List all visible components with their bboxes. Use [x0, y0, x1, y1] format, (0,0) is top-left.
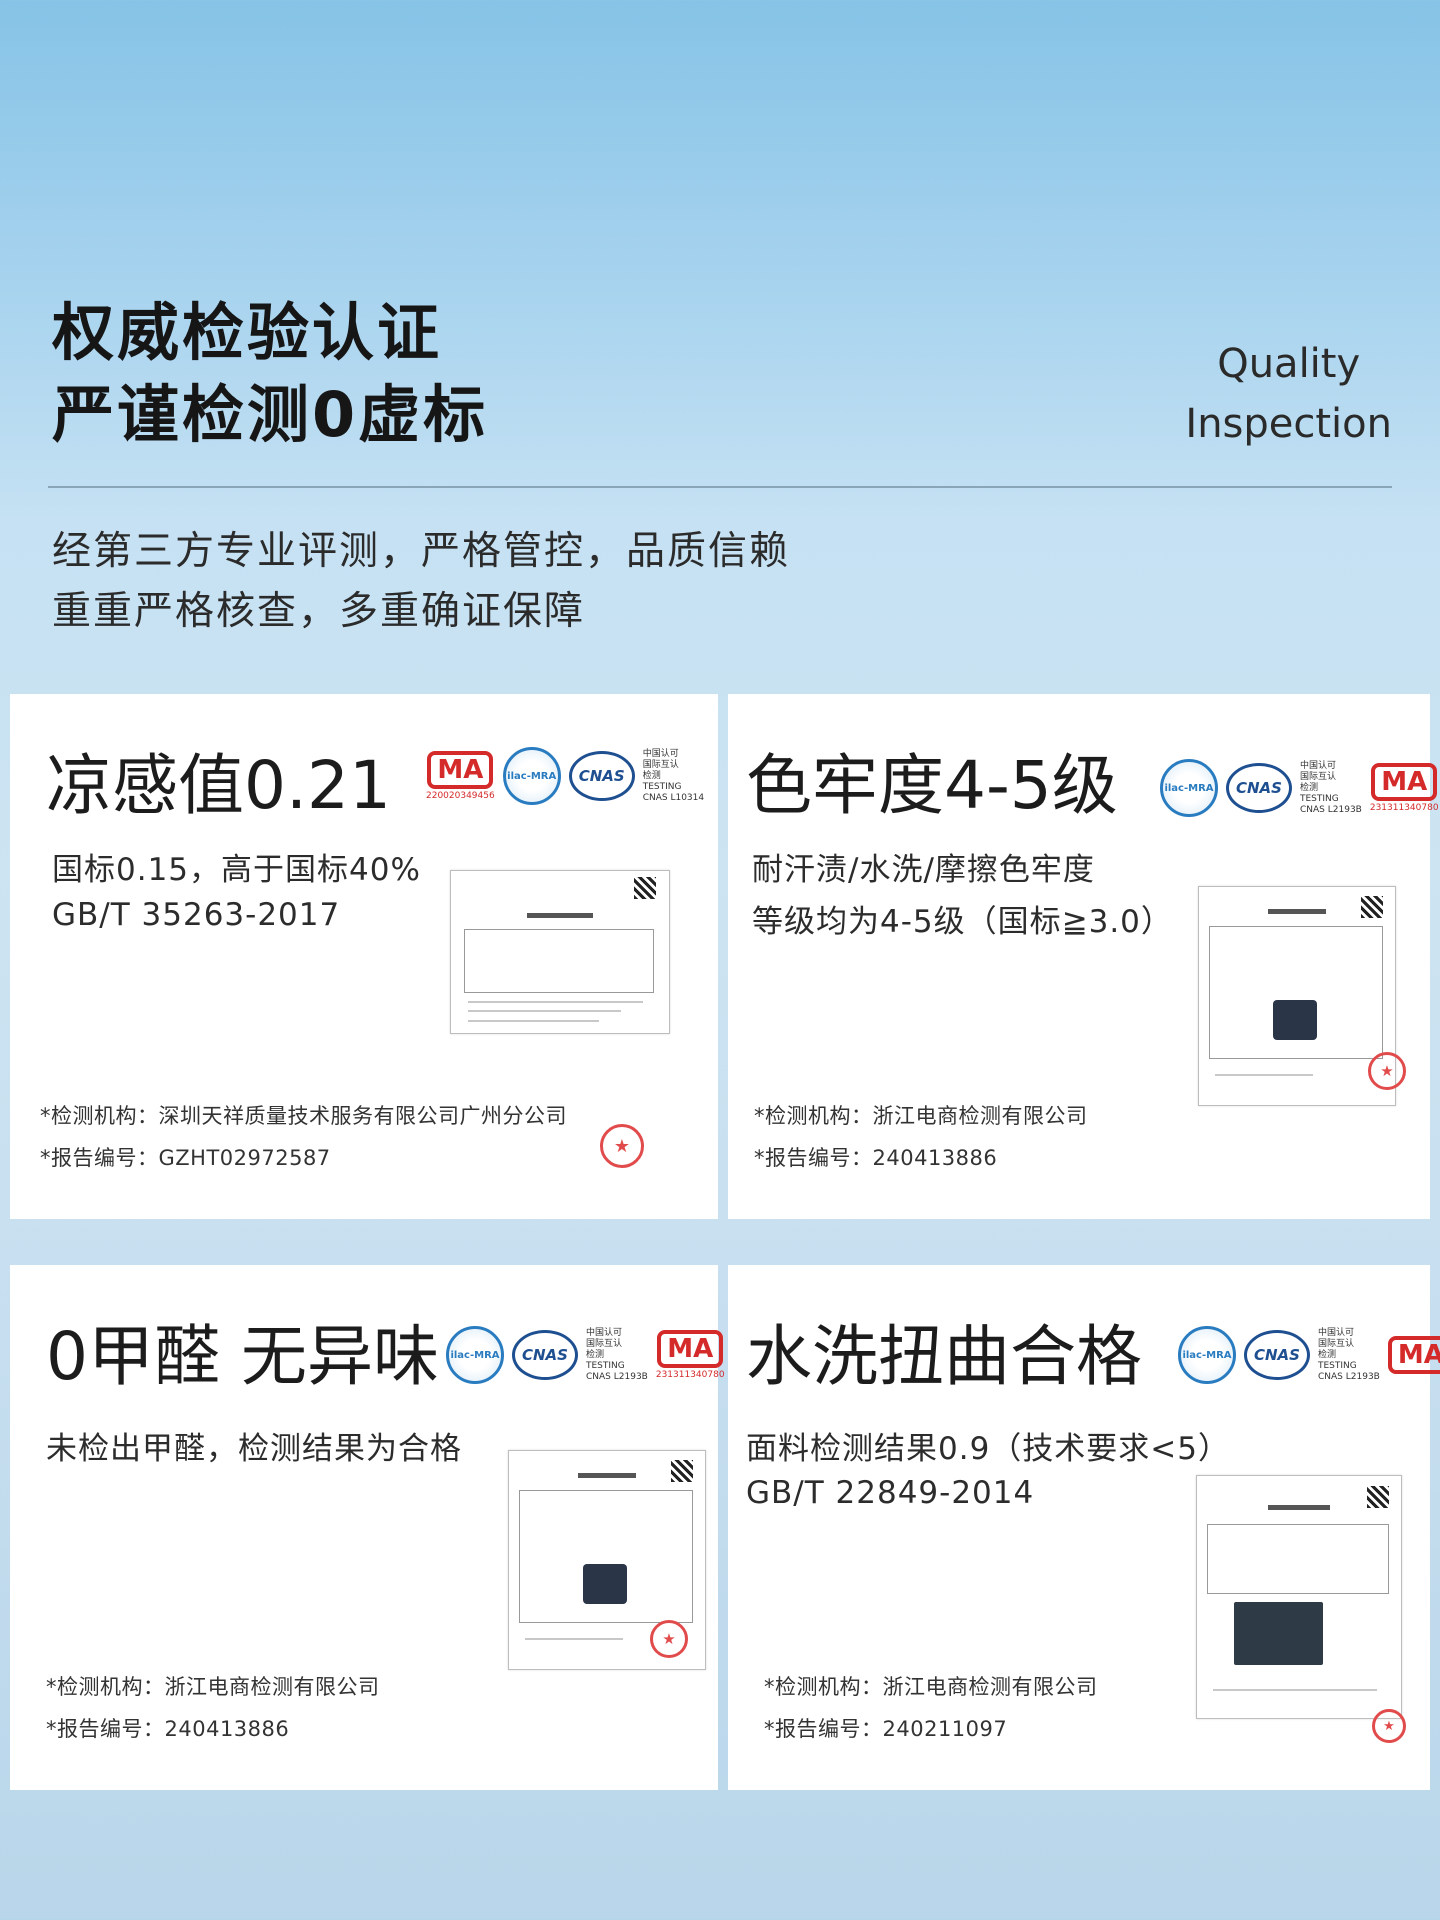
ilac-mra-logo: ilac-MRA	[502, 747, 561, 805]
cert-logos: ilac-MRA CNAS 中国认可 国际互认 检测 TESTING CNAS …	[1160, 756, 1439, 820]
card-colorfastness: 色牢度4-5级 ilac-MRA CNAS 中国认可 国际互认 检测 TESTI…	[728, 694, 1439, 1219]
report-number: *报告编号：GZHT02972587	[40, 1146, 331, 1170]
divider	[48, 486, 1392, 488]
title-line-1: 权威检验认证	[52, 296, 443, 369]
english-subtitle: Quality Inspection	[1185, 334, 1392, 454]
report-number: *报告编号：240413886	[46, 1717, 290, 1741]
ilac-mra-logo: ilac-MRA	[446, 1326, 504, 1384]
ilac-mra-logo: ilac-MRA	[1160, 759, 1218, 817]
qr-code-icon	[671, 1459, 694, 1482]
cnas-text: 中国认可 国际互认 检测 TESTING CNAS L10314	[642, 748, 705, 803]
title-line-2: 严谨检测0虚标	[52, 378, 489, 451]
cma-logo: MA 231311340780	[1370, 763, 1439, 813]
desc-line-2: 重重严格核查，多重确证保障	[52, 589, 586, 634]
test-report-image	[1196, 1475, 1402, 1719]
description: 经第三方专业评测，严格管控，品质信赖 重重严格核查，多重确证保障	[52, 522, 790, 642]
cnas-logo: CNAS	[512, 1330, 578, 1380]
cnas-logo: CNAS	[568, 751, 635, 801]
fabric-photo	[1233, 1601, 1324, 1665]
qr-code-icon	[1361, 895, 1384, 918]
garment-photo	[583, 1564, 627, 1604]
cma-logo: MA 231311340780	[656, 1330, 725, 1380]
seal-stamp-icon: ★	[600, 1124, 644, 1168]
card-line-1: 未检出甲醛，检测结果为合格	[46, 1431, 462, 1467]
cnas-logo: CNAS	[1226, 763, 1292, 813]
seal-stamp-icon: ★	[1368, 1052, 1406, 1090]
institution: *检测机构：深圳天祥质量技术服务有限公司广州分公司	[40, 1104, 567, 1128]
page-title: 权威检验认证 严谨检测0虚标	[52, 292, 488, 456]
card-line-2: GB/T 35263-2017	[52, 897, 341, 933]
cnas-text: 中国认可 国际互认 检测 TESTING CNAS L2193B	[1300, 760, 1362, 815]
card-title: 色牢度4-5级	[746, 747, 1118, 824]
institution: *检测机构：浙江电商检测有限公司	[46, 1675, 380, 1699]
qr-code-icon	[633, 877, 656, 900]
card-line-2: 等级均为4-5级（国标≧3.0）	[752, 904, 1173, 940]
institution: *检测机构：浙江电商检测有限公司	[754, 1104, 1088, 1128]
english-line-1: Quality	[1217, 341, 1361, 387]
report-number: *报告编号：240413886	[754, 1146, 998, 1170]
qr-code-icon	[1366, 1485, 1389, 1508]
cnas-text: 中国认可 国际互认 检测 TESTING CNAS L2193B	[586, 1327, 648, 1382]
test-report-image	[450, 870, 670, 1034]
cma-logo: MA	[1387, 1336, 1440, 1374]
seal-stamp-icon: ★	[650, 1620, 688, 1658]
seal-stamp-icon: ★	[1372, 1709, 1406, 1743]
cert-logos: ilac-MRA CNAS 中国认可 国际互认 检测 TESTING CNAS …	[1178, 1323, 1440, 1387]
card-line-1: 耐汗渍/水洗/摩擦色牢度	[752, 852, 1095, 888]
garment-photo	[1273, 1000, 1317, 1040]
card-title: 0甲醛 无异味	[46, 1318, 439, 1395]
card-line-1: 面料检测结果0.9（技术要求<5）	[746, 1431, 1230, 1467]
ilac-mra-logo: ilac-MRA	[1178, 1326, 1236, 1384]
institution: *检测机构：浙江电商检测有限公司	[764, 1675, 1098, 1699]
card-line-1: 国标0.15，高于国标40%	[52, 852, 421, 888]
cnas-logo: CNAS	[1244, 1330, 1310, 1380]
card-title: 水洗扭曲合格	[746, 1318, 1142, 1395]
card-formaldehyde: 0甲醛 无异味 ilac-MRA CNAS 中国认可 国际互认 检测 TESTI…	[10, 1265, 725, 1790]
card-line-2: GB/T 22849-2014	[746, 1475, 1035, 1511]
cert-logos: ilac-MRA CNAS 中国认可 国际互认 检测 TESTING CNAS …	[446, 1323, 725, 1387]
english-line-2: Inspection	[1185, 401, 1392, 447]
card-cooling: 凉感值0.21 MA 220020349456 ilac-MRA CNAS 中国…	[10, 694, 718, 1219]
cnas-text: 中国认可 国际互认 检测 TESTING CNAS L2193B	[1318, 1327, 1380, 1382]
test-report-image	[1198, 886, 1396, 1106]
desc-line-1: 经第三方专业评测，严格管控，品质信赖	[52, 529, 791, 574]
cert-logos: MA 220020349456 ilac-MRA CNAS 中国认可 国际互认 …	[426, 744, 704, 808]
cma-logo: MA 220020349456	[426, 751, 495, 801]
report-number: *报告编号：240211097	[764, 1717, 1008, 1741]
card-title: 凉感值0.21	[46, 747, 391, 824]
card-wash-distortion: 水洗扭曲合格 ilac-MRA CNAS 中国认可 国际互认 检测 TESTIN…	[728, 1265, 1440, 1790]
